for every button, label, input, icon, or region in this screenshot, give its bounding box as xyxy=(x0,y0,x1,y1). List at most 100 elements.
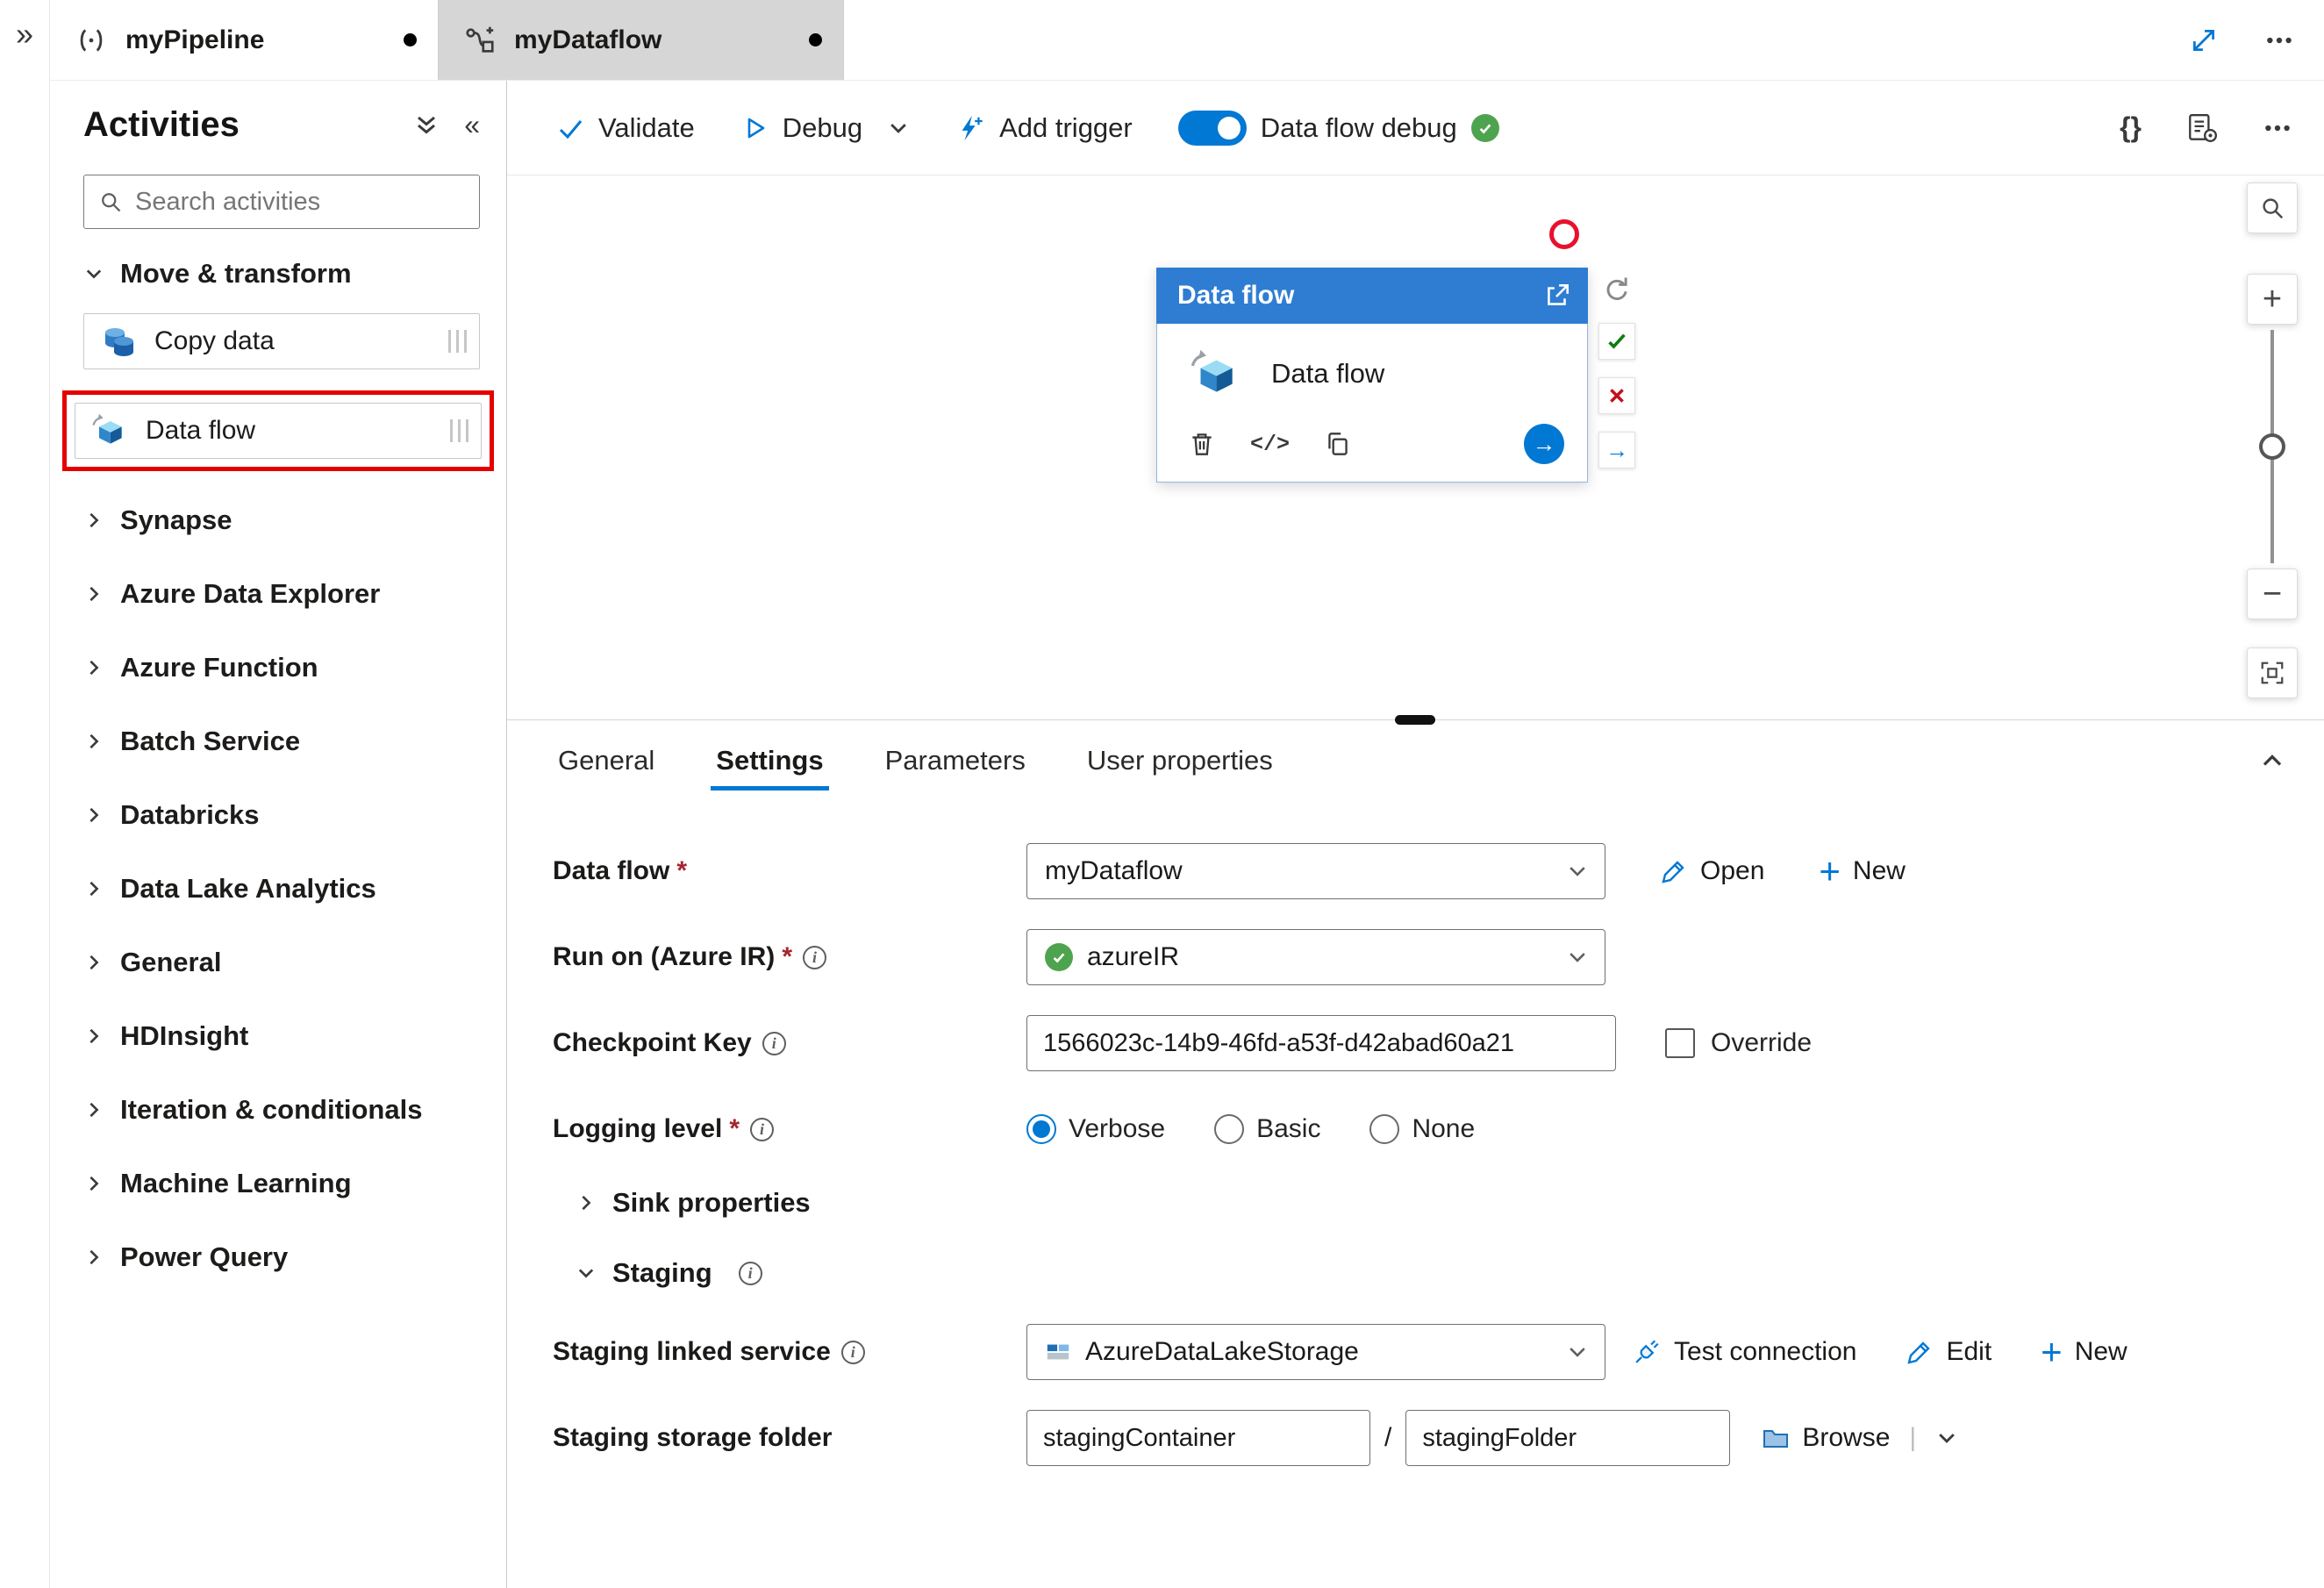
run-on-field-row: Run on (Azure IR) * i azureIR xyxy=(553,929,2324,985)
group-batch-service[interactable]: Batch Service xyxy=(83,705,480,778)
info-icon[interactable]: i xyxy=(803,945,826,969)
group-azure-data-explorer[interactable]: Azure Data Explorer xyxy=(83,557,480,631)
expand-diagonal-icon[interactable] xyxy=(2189,25,2219,55)
info-icon[interactable]: i xyxy=(738,1261,762,1285)
debug-dropdown-chevron[interactable] xyxy=(887,117,910,139)
failed-status-icon[interactable] xyxy=(1598,377,1635,414)
radio-basic[interactable]: Basic xyxy=(1214,1114,1320,1144)
sink-properties-section[interactable]: Sink properties xyxy=(576,1187,2324,1219)
new-linked-service-button[interactable]: + New xyxy=(2041,1334,2127,1370)
collapse-panel-icon[interactable] xyxy=(2259,748,2285,774)
group-hdinsight[interactable]: HDInsight xyxy=(83,999,480,1073)
zoom-slider[interactable] xyxy=(2247,330,2298,563)
more-options-icon[interactable] xyxy=(2263,113,2292,143)
open-dataflow-button[interactable]: Open xyxy=(1660,856,1764,886)
tab-settings[interactable]: Settings xyxy=(711,720,829,801)
staging-storage-folder-label: Staging storage folder xyxy=(553,1423,833,1452)
delete-icon[interactable] xyxy=(1187,429,1217,459)
open-dataflow-icon[interactable] xyxy=(1542,281,1572,311)
dataflow-debug-toggle[interactable] xyxy=(1177,110,1247,146)
group-general[interactable]: General xyxy=(83,926,480,999)
group-power-query[interactable]: Power Query xyxy=(83,1220,480,1294)
refresh-icon[interactable] xyxy=(1601,274,1633,305)
collapse-sidebar-icon[interactable]: « xyxy=(464,109,480,141)
radio-verbose[interactable]: Verbose xyxy=(1026,1114,1165,1144)
canvas-zoom-controls: + − xyxy=(2245,182,2299,698)
edit-linked-service-button[interactable]: Edit xyxy=(1906,1337,1991,1367)
zoom-out-button[interactable]: − xyxy=(2247,569,2298,619)
drag-grip[interactable] xyxy=(448,330,467,353)
clone-icon[interactable] xyxy=(1323,429,1353,459)
info-icon[interactable]: i xyxy=(840,1340,865,1364)
succeeded-status-icon[interactable] xyxy=(1598,323,1635,360)
dataflow-select[interactable]: myDataflow xyxy=(1026,843,1605,899)
node-header: Data flow xyxy=(1156,268,1588,324)
pipeline-canvas[interactable]: Data flow Data flow </> → → + − xyxy=(507,175,2324,725)
test-connection-button[interactable]: Test connection xyxy=(1632,1337,1856,1367)
activity-copy-data[interactable]: Copy data xyxy=(83,313,480,369)
group-azure-function[interactable]: Azure Function xyxy=(83,631,480,705)
checkpoint-key-input[interactable] xyxy=(1026,1015,1616,1071)
expand-panel-icon[interactable]: » xyxy=(16,16,33,52)
browse-button[interactable]: Browse xyxy=(1762,1423,1890,1453)
panel-resize-handle[interactable] xyxy=(1395,715,1435,725)
logging-field-label: Logging level * i xyxy=(553,1114,1026,1144)
tab-mypipeline[interactable]: myPipeline xyxy=(50,0,439,80)
radio-button[interactable] xyxy=(1026,1114,1056,1144)
pencil-icon xyxy=(1907,1341,1931,1364)
staging-section[interactable]: Staging i xyxy=(576,1257,2324,1289)
skip-status-icon[interactable]: → xyxy=(1598,432,1635,469)
staging-container-input[interactable] xyxy=(1026,1410,1370,1466)
unsaved-indicator xyxy=(809,33,822,46)
chevron-right-icon xyxy=(89,1176,99,1191)
code-icon[interactable]: </> xyxy=(1250,432,1290,457)
tab-general[interactable]: General xyxy=(553,720,660,801)
group-databricks[interactable]: Databricks xyxy=(83,778,480,852)
code-view-icon[interactable]: {} xyxy=(2120,111,2142,144)
info-icon[interactable]: i xyxy=(762,1031,786,1055)
azure-data-factory-window: » myPipeline myDataflow Activities « Sea… xyxy=(0,0,2324,1588)
drag-grip[interactable] xyxy=(450,419,468,442)
storage-icon xyxy=(1045,1339,1071,1365)
group-iteration-conditionals[interactable]: Iteration & conditionals xyxy=(83,1073,480,1147)
new-dataflow-button[interactable]: + New xyxy=(1819,850,1906,891)
tab-mydataflow[interactable]: myDataflow xyxy=(439,0,844,80)
integration-runtime-select[interactable]: azureIR xyxy=(1026,929,1605,985)
group-data-lake-analytics[interactable]: Data Lake Analytics xyxy=(83,852,480,926)
collapse-all-icon[interactable] xyxy=(413,112,440,139)
staging-linked-service-select[interactable]: AzureDataLakeStorage xyxy=(1026,1324,1605,1380)
tab-label: myDataflow xyxy=(514,25,662,54)
radio-button[interactable] xyxy=(1214,1114,1245,1144)
folder-icon xyxy=(1763,1430,1789,1448)
canvas-search-icon[interactable] xyxy=(2247,182,2298,233)
debug-button[interactable]: Debug xyxy=(740,112,862,144)
tab-user-properties[interactable]: User properties xyxy=(1082,720,1278,801)
staging-folder-input[interactable] xyxy=(1405,1410,1731,1466)
chevron-down-icon xyxy=(1570,1348,1585,1357)
radio-button[interactable] xyxy=(1369,1114,1400,1144)
config-tabs: General Settings Parameters User propert… xyxy=(507,720,2324,801)
plus-icon: + xyxy=(1819,850,1841,891)
output-connector-button[interactable]: → xyxy=(1524,424,1564,464)
tab-parameters[interactable]: Parameters xyxy=(880,720,1031,801)
fit-to-screen-button[interactable] xyxy=(2247,647,2298,698)
group-machine-learning[interactable]: Machine Learning xyxy=(83,1147,480,1220)
override-checkbox[interactable] xyxy=(1665,1028,1695,1058)
search-input[interactable] xyxy=(135,187,466,217)
properties-icon[interactable] xyxy=(2185,111,2219,145)
info-icon[interactable]: i xyxy=(750,1117,775,1141)
add-trigger-button[interactable]: Add trigger xyxy=(955,112,1133,144)
validate-button[interactable]: Validate xyxy=(556,112,695,144)
dataflow-activity-node[interactable]: Data flow Data flow </> → xyxy=(1156,268,1588,483)
activity-data-flow[interactable]: Data flow xyxy=(75,403,482,459)
zoom-slider-thumb[interactable] xyxy=(2259,433,2285,460)
zoom-in-button[interactable]: + xyxy=(2247,274,2298,325)
override-label: Override xyxy=(1711,1028,1813,1057)
radio-none[interactable]: None xyxy=(1369,1114,1475,1144)
chevron-right-icon xyxy=(582,1195,591,1211)
group-move-transform[interactable]: Move & transform xyxy=(83,245,480,303)
browse-dropdown-chevron[interactable] xyxy=(1935,1427,1958,1449)
group-synapse[interactable]: Synapse xyxy=(83,483,480,557)
search-icon xyxy=(98,190,123,214)
more-options-icon[interactable] xyxy=(2264,25,2294,55)
